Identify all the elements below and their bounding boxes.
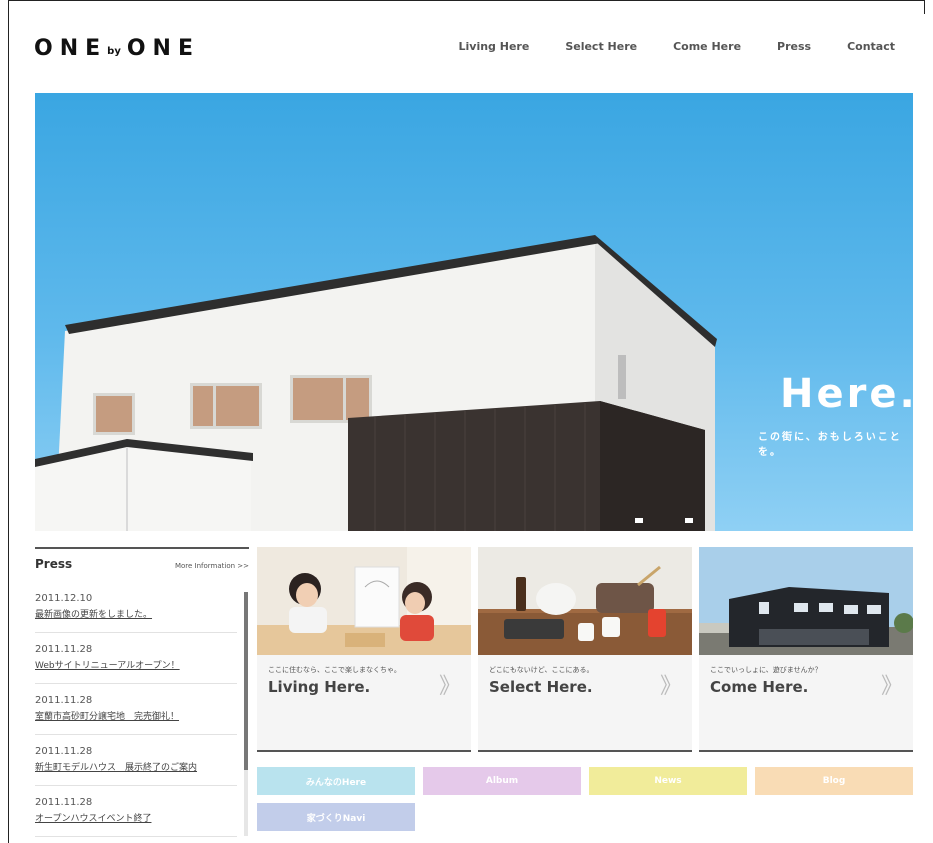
press-item[interactable]: 2011.11.28 室蘭市高砂町分譲宅地 完売御礼！ bbox=[35, 689, 237, 735]
card-living-here[interactable]: ここに住むなら、ここで楽しまなくちゃ。 Living Here. 》 bbox=[257, 547, 471, 752]
chevron-right-icon: 》 bbox=[659, 674, 682, 699]
come-here-photo bbox=[699, 547, 913, 655]
press-link[interactable]: Webサイトリニューアルオープン！ bbox=[35, 658, 237, 671]
press-list: 2011.12.10 最新画像の更新をしました。 2011.11.28 Webサ… bbox=[35, 587, 237, 842]
nav-select-here[interactable]: Select Here bbox=[565, 40, 637, 53]
nav-contact[interactable]: Contact bbox=[847, 40, 895, 53]
press-header: Press More Information >> bbox=[35, 547, 249, 579]
tag-album[interactable]: Album bbox=[423, 767, 581, 795]
logo-text-by: by bbox=[107, 46, 121, 57]
hero-subtitle: この街に、おもしろいことを。 bbox=[758, 432, 902, 458]
chevron-right-icon: 》 bbox=[880, 674, 903, 699]
card-caption: ここでいっしょに、遊びませんか？ bbox=[710, 666, 822, 674]
press-date: 2011.11.28 bbox=[35, 695, 93, 706]
hero-banner: Here. この街に、おもしろいことを。 bbox=[35, 93, 913, 531]
nav-living-here[interactable]: Living Here bbox=[459, 40, 530, 53]
chevron-right-icon: 》 bbox=[438, 674, 461, 699]
press-date: 2011.11.28 bbox=[35, 644, 93, 655]
logo-text-one: ONE bbox=[34, 36, 108, 61]
nav-come-here[interactable]: Come Here bbox=[673, 40, 741, 53]
press-scrollbar-thumb[interactable] bbox=[244, 592, 248, 770]
living-here-photo bbox=[257, 547, 471, 655]
frame-edge bbox=[924, 0, 925, 14]
press-item[interactable]: 2011.11.28 オープンハウスイベント終了 bbox=[35, 791, 237, 837]
card-come-here[interactable]: ここでいっしょに、遊びませんか？ Come Here. 》 bbox=[699, 547, 913, 752]
press-link[interactable]: 新生町モデルハウス 展示終了のご案内 bbox=[35, 760, 237, 773]
card-title: Living Here. bbox=[268, 678, 371, 696]
press-date: 2011.12.10 bbox=[35, 593, 93, 604]
press-link[interactable]: オープンハウスイベント終了 bbox=[35, 811, 237, 824]
hero-house-illustration bbox=[35, 235, 717, 531]
press-link[interactable]: 室蘭市高砂町分譲宅地 完売御礼！ bbox=[35, 709, 237, 722]
press-item[interactable]: 2011.12.10 最新画像の更新をしました。 bbox=[35, 587, 237, 633]
card-title: Select Here. bbox=[489, 678, 593, 696]
press-date: 2011.11.28 bbox=[35, 746, 93, 757]
press-link[interactable]: 最新画像の更新をしました。 bbox=[35, 607, 237, 620]
press-item[interactable]: 2011.11.28 Webサイトリニューアルオープン！ bbox=[35, 638, 237, 684]
select-here-photo bbox=[478, 547, 692, 655]
logo-text-one-2: ONE bbox=[126, 36, 200, 61]
press-panel: Press More Information >> 2011.12.10 最新画… bbox=[35, 547, 249, 837]
hero-title: Here. bbox=[780, 371, 913, 417]
card-underline bbox=[257, 750, 471, 752]
more-information-link[interactable]: More Information >> bbox=[175, 562, 249, 570]
card-title: Come Here. bbox=[710, 678, 809, 696]
tag-ie-zukuri-navi[interactable]: 家づくりNavi bbox=[257, 803, 415, 831]
press-title: Press bbox=[35, 557, 73, 571]
press-date: 2011.11.28 bbox=[35, 797, 93, 808]
main-nav: Living Here Select Here Come Here Press … bbox=[423, 40, 896, 53]
site-logo[interactable]: ONE by ONE bbox=[34, 33, 200, 61]
card-underline bbox=[699, 750, 913, 752]
card-caption: どこにもないけど、ここにある。 bbox=[489, 666, 594, 674]
press-item[interactable]: 2011.11.28 新生町モデルハウス 展示終了のご案内 bbox=[35, 740, 237, 786]
tag-blog[interactable]: Blog bbox=[755, 767, 913, 795]
nav-press[interactable]: Press bbox=[777, 40, 811, 53]
card-underline bbox=[478, 750, 692, 752]
tag-news[interactable]: News bbox=[589, 767, 747, 795]
card-select-here[interactable]: どこにもないけど、ここにある。 Select Here. 》 bbox=[478, 547, 692, 752]
tag-minna-no-here[interactable]: みんなのHere bbox=[257, 767, 415, 795]
card-caption: ここに住むなら、ここで楽しまなくちゃ。 bbox=[268, 666, 401, 674]
